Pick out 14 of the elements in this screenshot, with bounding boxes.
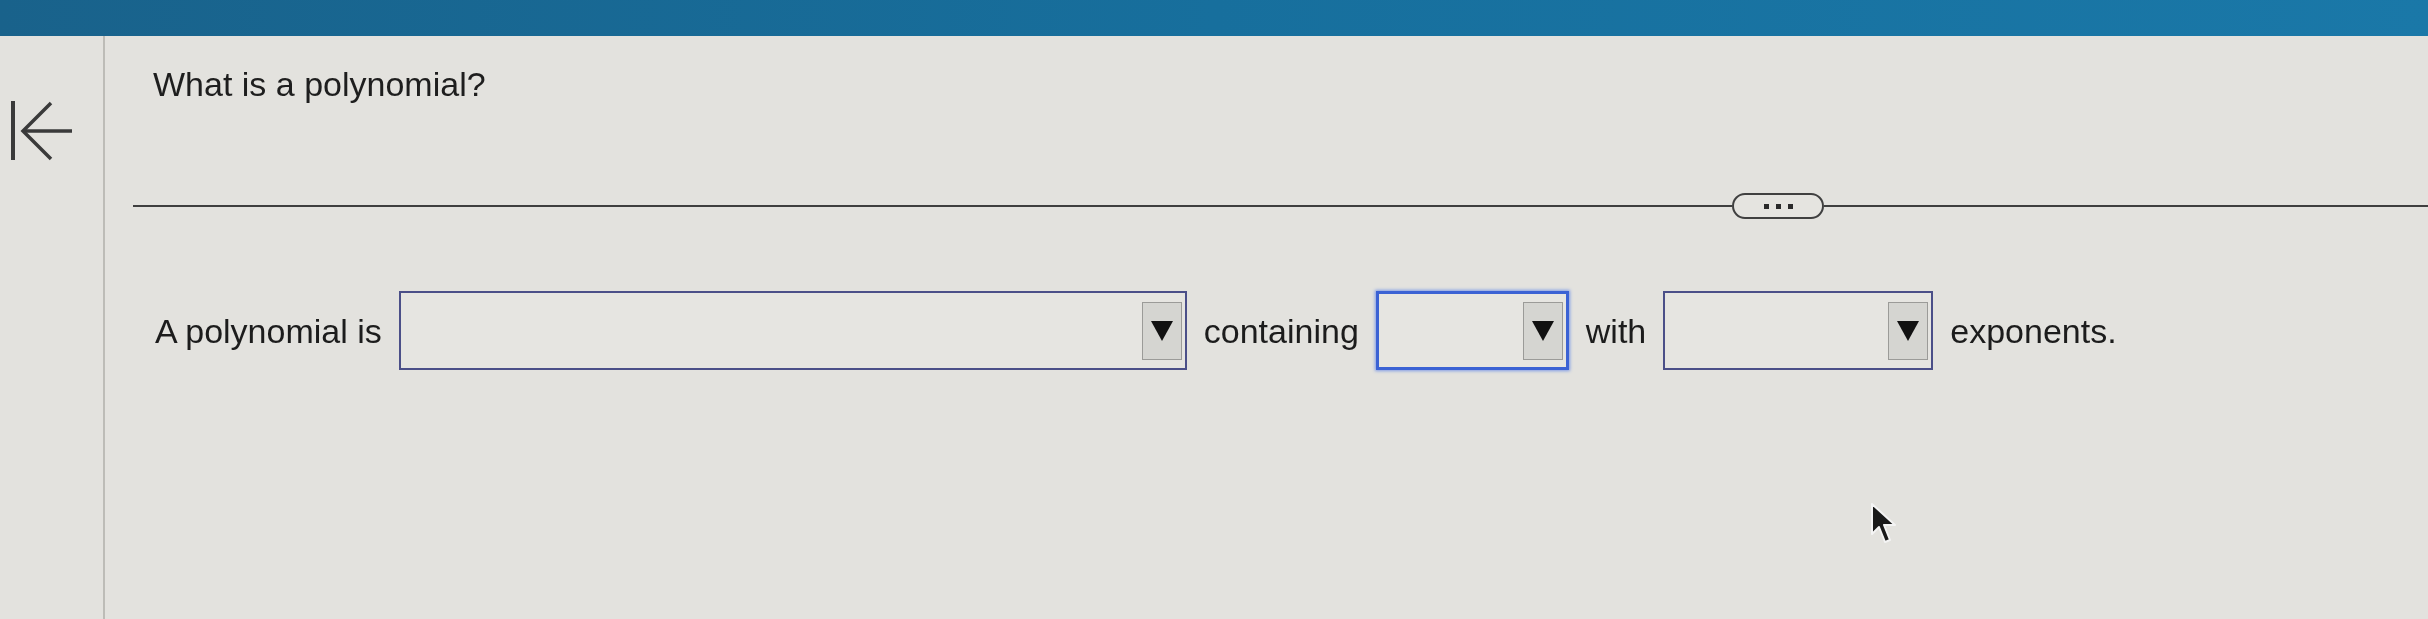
caret-icon: [1141, 301, 1182, 360]
ellipsis-icon: [1763, 203, 1793, 209]
caret-icon: [1522, 301, 1563, 360]
dropdown-field[interactable]: [1375, 291, 1569, 370]
sentence-text: with: [1585, 310, 1647, 351]
dropdown-field[interactable]: [398, 291, 1187, 370]
question-text: What is a polynomial?: [152, 64, 487, 104]
sentence-text: A polynomial is: [155, 310, 382, 351]
mouse-pointer-icon: [1870, 502, 1897, 544]
more-button[interactable]: [1732, 193, 1824, 219]
sentence-text: exponents.: [1950, 310, 2117, 351]
dropdown-field[interactable]: [1663, 291, 1934, 370]
caret-icon: [1888, 301, 1929, 360]
sentence-text: containing: [1203, 310, 1359, 351]
